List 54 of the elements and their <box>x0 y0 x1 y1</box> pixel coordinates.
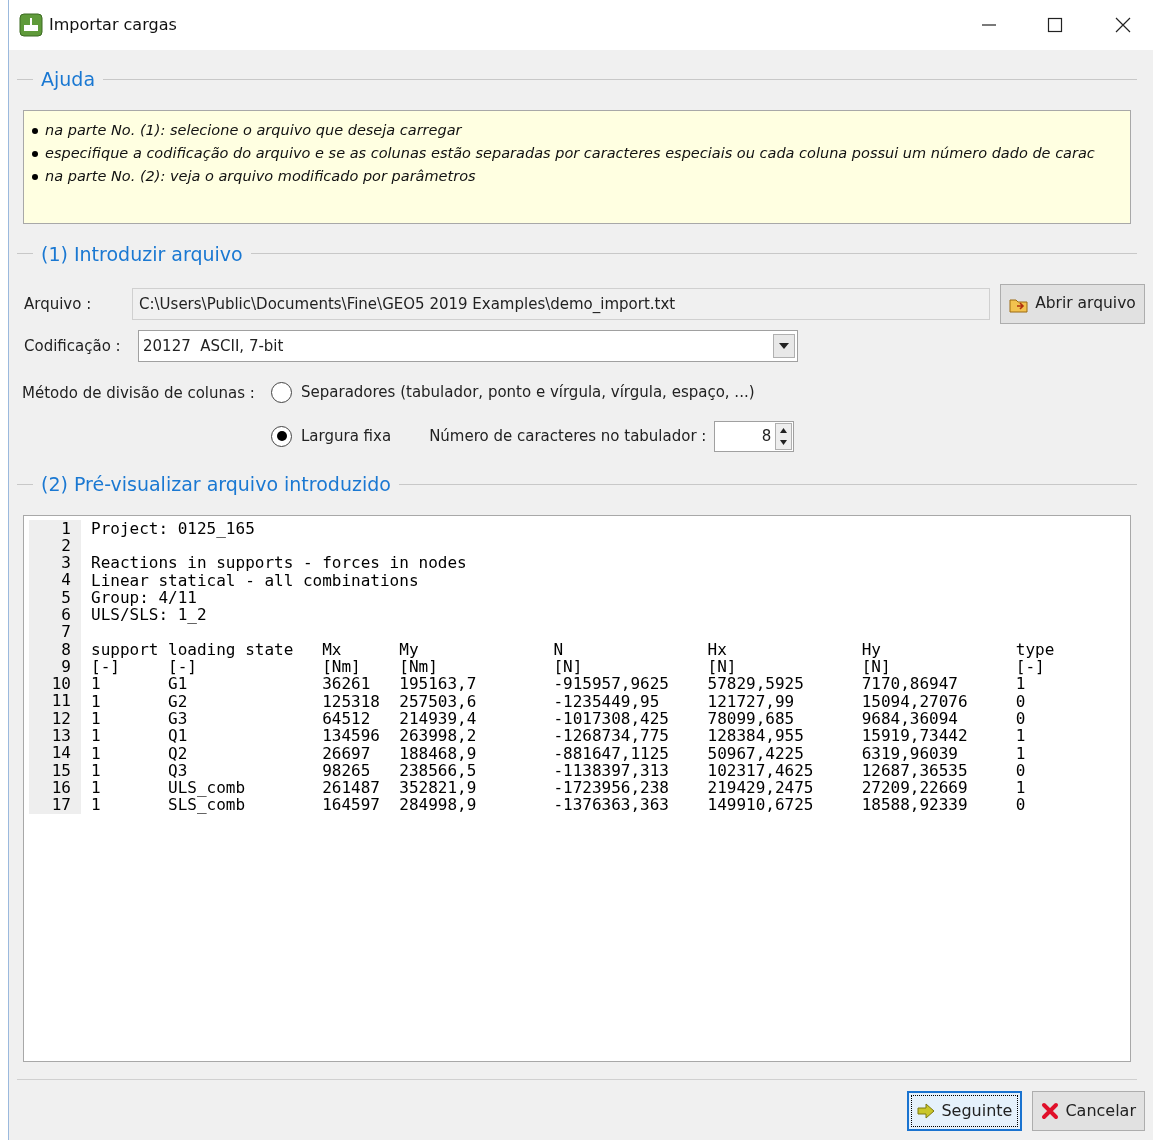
app-icon <box>19 13 43 37</box>
field-label: Número de caracteres no tabulador : <box>429 425 707 447</box>
radio-option[interactable]: Largura fixa <box>271 420 392 452</box>
close-icon <box>1041 1101 1060 1120</box>
file-line: 1 G1 36261 195163,7 -915957,9625 57829,5925 7170,86947 1 <box>91 675 1026 693</box>
file-line: Linear statical - all combinations <box>91 571 419 589</box>
close-icon[interactable] <box>1115 17 1131 33</box>
next-button[interactable]: Seguinte <box>907 1090 1023 1131</box>
file-line: Project: 0125_165 <box>91 519 255 537</box>
arrow-icon <box>917 1102 936 1119</box>
window-title: Importar cargas <box>49 14 177 36</box>
file-line: 1 G2 125318 257503,6 -1235449,95 121727,99 15094,27076 0 <box>91 692 1026 710</box>
field-label: Arquivo : <box>24 293 93 315</box>
radio-icon <box>271 425 292 447</box>
file-line: 1 SLS_comb 164597 284998,9 -1376363,363 149910,6725 18588,92339 0 <box>91 796 1026 814</box>
help-text: na parte No. (2): veja o arquivo modificado por parâmetros <box>45 167 476 187</box>
spinner-arrows-icon <box>775 422 793 450</box>
field-label: Codificação : <box>24 335 122 357</box>
line-number: 1 <box>29 519 81 537</box>
field-label: Método de divisão de colunas : <box>22 383 256 404</box>
radio-icon <box>271 381 292 403</box>
line-number: 17 <box>29 796 81 814</box>
line-number: 14 <box>29 744 81 762</box>
line-number: 4 <box>29 571 81 589</box>
section-title: (1) Introduzir arquivo <box>41 241 243 267</box>
bullet-icon <box>32 151 38 157</box>
file-line: 1 ULS_comb 261487 352821,9 -1723956,238 219429,2475 27209,22669 1 <box>91 779 1026 797</box>
encoding-dropdown[interactable]: 20127 ASCII, 7-bit <box>138 330 798 362</box>
radio-option[interactable]: Separadores (tabulador, ponto e vírgula, vírgula, espaço, ...) <box>271 376 755 408</box>
cancel-button[interactable]: Cancelar <box>1032 1090 1145 1131</box>
section-title: (2) Pré-visualizar arquivo introduzido <box>41 472 391 497</box>
bullet-icon <box>32 128 38 134</box>
maximize-icon[interactable] <box>1047 17 1063 33</box>
file-line: 1 Q1 134596 263998,2 -1268734,775 128384,955 15919,73442 1 <box>91 727 1026 745</box>
file-path-field[interactable]: C:\Users\Public\Documents\Fine\GEO5 2019 Examples\demo_import.txt <box>132 288 990 320</box>
line-number: 11 <box>29 692 81 710</box>
section-title: Ajuda <box>41 67 96 92</box>
bullet-icon <box>32 174 38 180</box>
file-line: Reactions in supports - forces in nodes <box>91 554 467 572</box>
open-file-button[interactable]: Abrir arquivo <box>1000 284 1145 324</box>
help-text: na parte No. (1): selecione o arquivo que deseja carregar <box>45 121 462 141</box>
line-number: 10 <box>29 675 81 693</box>
file-line: ULS/SLS: 1_2 <box>91 606 207 624</box>
line-number: 7 <box>29 623 81 641</box>
tab-width-spinner[interactable]: 8 <box>714 420 795 452</box>
file-line: 1 Q3 98265 238566,5 -1138397,313 102317,4625 12687,36535 0 <box>91 761 1026 779</box>
file-line: 1 Q2 26697 188468,9 -881647,1125 50967,4225 6319,96039 1 <box>91 744 1026 762</box>
file-line: [-] [-] [Nm] [Nm] [N] [N] [N] [-] <box>91 658 1045 675</box>
help-text: especifique a codificação do arquivo e se as colunas estão separadas por caracteres especiais ou cada coluna possui um número dado de carac <box>45 144 1095 164</box>
line-number: 3 <box>29 554 81 572</box>
file-line: Group: 4/11 <box>91 588 197 606</box>
line-number: 13 <box>29 727 81 745</box>
file-line: 1 G3 64512 214939,4 -1017308,425 78099,685 9684,36094 0 <box>91 709 1026 727</box>
file-line: support loading state Mx My N Hx Hy type <box>91 640 1055 658</box>
